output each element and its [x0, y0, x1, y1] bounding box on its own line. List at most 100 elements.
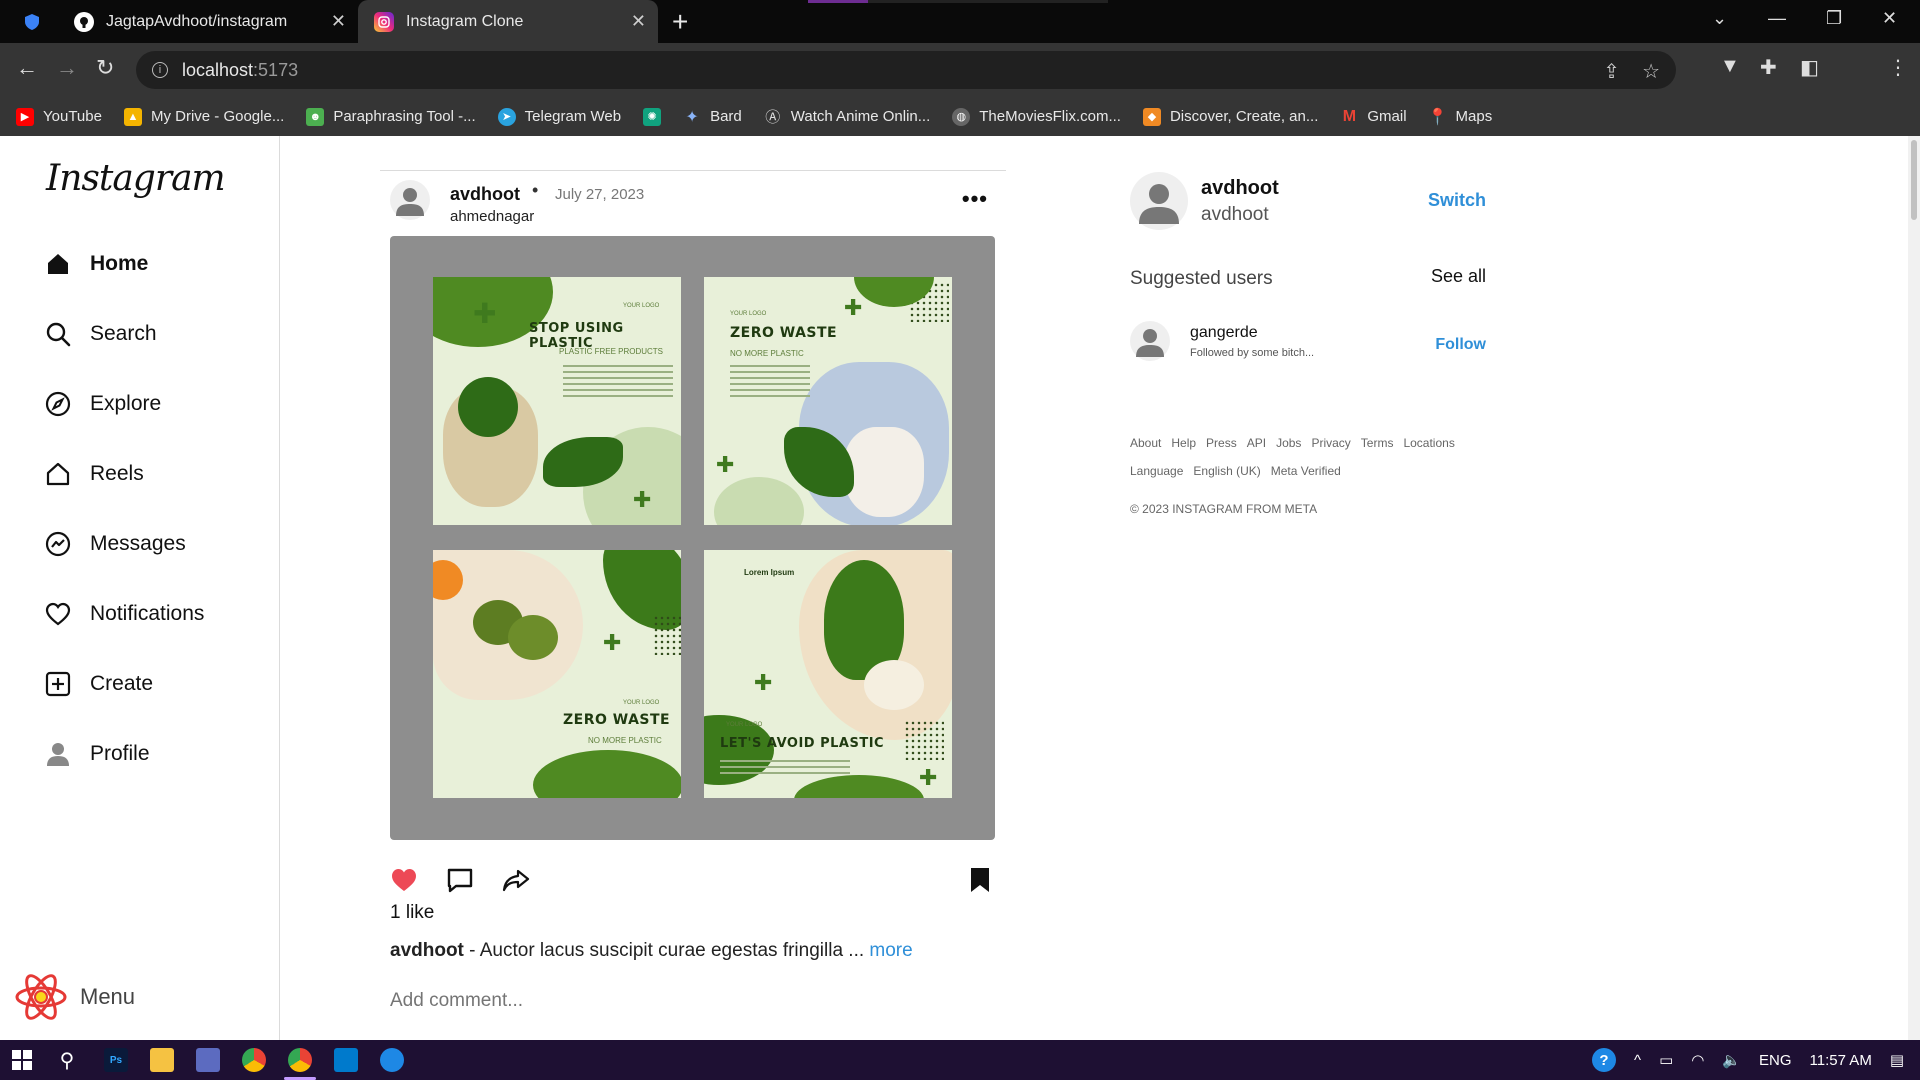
vscode-icon[interactable]	[334, 1048, 358, 1072]
switch-account-button[interactable]: Switch	[1428, 190, 1486, 211]
calculator-icon[interactable]	[196, 1048, 220, 1072]
footer-link[interactable]: Help	[1171, 436, 1196, 450]
forward-icon[interactable]: →	[56, 55, 78, 81]
wifi-icon[interactable]: ◠	[1691, 1051, 1704, 1069]
plus-decoration: ✚	[844, 295, 863, 320]
follow-button[interactable]: Follow	[1435, 336, 1486, 354]
footer-link[interactable]: API	[1247, 436, 1266, 450]
bookmark-bard[interactable]: ✦ Bard	[683, 108, 741, 126]
see-all-link[interactable]: See all	[1431, 266, 1486, 287]
sidebar-item-search[interactable]: Search	[44, 320, 157, 348]
bookmark-paraphrasing[interactable]: ☻ Paraphrasing Tool -...	[306, 107, 476, 126]
file-explorer-icon[interactable]	[150, 1048, 174, 1072]
feed-divider	[380, 170, 1006, 171]
close-tab-icon[interactable]: ✕	[631, 11, 646, 32]
minimize-icon[interactable]: —	[1768, 8, 1786, 29]
bookmark-youtube[interactable]: ▶ YouTube	[16, 107, 102, 126]
tray-chevron-icon[interactable]: ^	[1634, 1052, 1641, 1069]
footer-link[interactable]: Terms	[1361, 436, 1394, 450]
robot-icon: ☻	[306, 107, 325, 126]
more-options-icon[interactable]: •••	[962, 186, 988, 212]
close-window-icon[interactable]: ✕	[1882, 8, 1897, 29]
bookmark-anime[interactable]: Ⓐ Watch Anime Onlin...	[764, 108, 930, 126]
caption-more-link[interactable]: more	[869, 940, 912, 961]
clock-time[interactable]: 11:57 AM	[1810, 1052, 1872, 1069]
bookmark-chatgpt[interactable]: ✺	[643, 107, 662, 126]
photoshop-icon[interactable]: Ps	[104, 1048, 128, 1072]
tab-github[interactable]: JagtapAvdhoot/instagram ✕	[58, 0, 358, 43]
vpn-extension-icon[interactable]: ▼	[1720, 55, 1740, 78]
windows-start-icon[interactable]	[10, 1048, 34, 1072]
like-count[interactable]: 1 like	[390, 902, 434, 924]
tab-search-icon[interactable]: ⌄	[1712, 8, 1727, 29]
app-icon[interactable]	[380, 1048, 404, 1072]
bookmark-gmail[interactable]: M Gmail	[1340, 108, 1407, 126]
caption-username[interactable]: avdhoot	[390, 940, 464, 961]
post-avatar[interactable]	[390, 180, 430, 220]
side-panel-icon[interactable]: ◧	[1800, 55, 1819, 80]
chrome-icon[interactable]	[242, 1048, 266, 1072]
tab-instagram-clone[interactable]: Instagram Clone ✕	[358, 0, 658, 43]
close-tab-icon[interactable]: ✕	[331, 11, 346, 32]
volume-icon[interactable]: 🔈	[1722, 1051, 1741, 1069]
suggested-user-avatar[interactable]	[1130, 321, 1170, 361]
sidebar-item-reels[interactable]: Reels	[44, 460, 144, 488]
post-image[interactable]: ✚ ✚ STOP USING PLASTIC PLASTIC FREE PROD…	[390, 236, 995, 840]
notifications-center-icon[interactable]: ▤	[1890, 1051, 1904, 1069]
image-tile: ✚ ✚ ZERO WASTE NO MORE PLASTIC YOUR LOGO	[704, 277, 952, 525]
language-indicator[interactable]: ENG	[1759, 1052, 1792, 1069]
sidebar-item-home[interactable]: Home	[44, 250, 148, 278]
bookmark-discover[interactable]: ◆ Discover, Create, an...	[1142, 107, 1318, 126]
comment-icon[interactable]	[446, 866, 474, 894]
instagram-logo[interactable]: Instagram	[46, 158, 226, 199]
reload-icon[interactable]: ↻	[96, 55, 114, 81]
sidebar-menu-button[interactable]: Menu	[14, 970, 135, 1024]
bookmark-star-icon[interactable]: ☆	[1642, 59, 1660, 84]
footer-link[interactable]: Press	[1206, 436, 1237, 450]
sidebar-item-notifications[interactable]: Notifications	[44, 600, 204, 628]
extensions-puzzle-icon[interactable]: ✚	[1760, 55, 1777, 80]
help-icon[interactable]: ?	[1592, 1048, 1617, 1072]
add-comment-input[interactable]	[390, 990, 990, 1012]
post-username[interactable]: avdhoot	[450, 184, 520, 205]
back-icon[interactable]: ←	[16, 55, 38, 81]
current-user-avatar[interactable]	[1130, 172, 1188, 230]
taskbar-search-icon[interactable]: ⚲	[55, 1048, 79, 1072]
sidebar-item-explore[interactable]: Explore	[44, 390, 161, 418]
sidebar-item-create[interactable]: Create	[44, 670, 153, 698]
sidebar-item-profile[interactable]: Profile	[44, 740, 150, 768]
home-icon	[48, 254, 68, 274]
bookmark-drive[interactable]: ▲ My Drive - Google...	[123, 107, 284, 126]
url-input[interactable]: i localhost:5173 ⇪ ☆	[136, 51, 1676, 89]
share-icon[interactable]: ⇪	[1603, 59, 1620, 84]
browser-menu-icon[interactable]: ⋮	[1888, 55, 1908, 80]
battery-icon[interactable]: ▭	[1659, 1051, 1673, 1069]
save-bookmark-icon[interactable]	[968, 866, 992, 894]
current-username[interactable]: avdhoot	[1201, 177, 1279, 200]
footer-link[interactable]: About	[1130, 436, 1161, 450]
footer-link[interactable]: English (UK)	[1193, 464, 1260, 478]
new-tab-icon[interactable]: +	[672, 6, 688, 38]
footer-link[interactable]: Language	[1130, 464, 1183, 478]
footer-link[interactable]: Jobs	[1276, 436, 1301, 450]
suggested-users-heading: Suggested users	[1130, 268, 1273, 289]
page-scrollbar[interactable]	[1908, 136, 1920, 1040]
chrome-active-icon[interactable]	[288, 1048, 312, 1072]
like-heart-icon[interactable]	[390, 866, 418, 894]
share-arrow-icon[interactable]	[502, 866, 530, 894]
bookmark-telegram[interactable]: ➤ Telegram Web	[497, 107, 621, 126]
footer-link[interactable]: Privacy	[1311, 436, 1350, 450]
site-info-icon[interactable]: i	[152, 62, 168, 78]
restore-icon[interactable]: ❐	[1826, 8, 1842, 29]
suggested-username[interactable]: gangerde	[1190, 324, 1258, 342]
scrollbar-thumb[interactable]	[1911, 140, 1917, 220]
caption-text: - Auctor lacus suscipit curae egestas fr…	[463, 940, 870, 961]
bookmark-moviesflix[interactable]: ◍ TheMoviesFlix.com...	[952, 107, 1121, 126]
tab-pinned[interactable]	[0, 0, 46, 43]
footer-link[interactable]: Meta Verified	[1271, 464, 1341, 478]
sidebar-item-messages[interactable]: Messages	[44, 530, 186, 558]
post-location[interactable]: ahmednagar	[450, 208, 534, 225]
footer-links-row1: About Help Press API Jobs Privacy Terms …	[1130, 436, 1530, 450]
bookmark-maps[interactable]: 📍 Maps	[1428, 108, 1493, 126]
footer-link[interactable]: Locations	[1403, 436, 1454, 450]
